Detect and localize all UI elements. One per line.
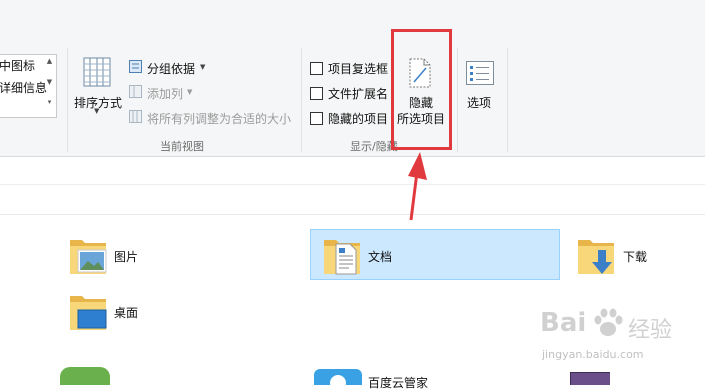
add-column-button[interactable]: 添加列 (147, 85, 183, 102)
layout-gallery-item-details[interactable]: 详细信息 (0, 79, 47, 96)
layout-gallery-scroll[interactable]: ▲ ▼ ▾ (44, 54, 55, 116)
paw-icon (592, 308, 624, 338)
hidden-items-label[interactable]: 隐藏的项目 (328, 110, 388, 127)
watermark-url: jingyan.baidu.com (542, 348, 644, 361)
sort-by-icon[interactable] (83, 57, 111, 87)
downloads-folder-icon[interactable] (576, 234, 616, 276)
item-checkboxes-label[interactable]: 项目复选框 (328, 60, 388, 77)
group-by-dropdown-icon[interactable]: ▼ (200, 63, 205, 71)
group-separator (457, 48, 458, 152)
group-separator (301, 48, 302, 152)
divider (0, 184, 705, 185)
options-button[interactable]: 选项 (467, 94, 491, 111)
add-column-icon[interactable] (129, 85, 142, 98)
folder-label-desktop[interactable]: 桌面 (114, 304, 138, 321)
options-icon[interactable] (466, 61, 494, 85)
group-separator (507, 48, 508, 152)
file-extensions-checkbox[interactable] (310, 87, 323, 100)
group-by-icon[interactable] (129, 60, 142, 73)
gallery-expand-icon[interactable]: ▾ (44, 98, 55, 106)
desktop-folder-icon[interactable] (68, 290, 108, 332)
folder-label-downloads[interactable]: 下载 (623, 248, 647, 265)
file-extensions-label[interactable]: 文件扩展名 (328, 85, 388, 102)
arrow-up-icon (400, 150, 430, 222)
folder-label-pictures[interactable]: 图片 (114, 248, 138, 265)
app-green-icon[interactable] (60, 367, 110, 385)
watermark-brand-left: Bai (540, 308, 587, 338)
scroll-up-icon[interactable]: ▲ (44, 57, 55, 65)
highlight-box (391, 29, 452, 150)
item-checkboxes-checkbox[interactable] (310, 62, 323, 75)
fit-columns-button[interactable]: 将所有列调整为合适的大小 (147, 110, 291, 127)
address-bar-area (0, 157, 705, 215)
divider (0, 214, 705, 215)
bottom-item-label[interactable]: 百度云管家 (368, 374, 428, 391)
fit-columns-icon[interactable] (129, 110, 142, 123)
hidden-items-checkbox[interactable] (310, 112, 323, 125)
folder-label-documents[interactable]: 文档 (368, 248, 392, 265)
add-column-dropdown-icon[interactable]: ▼ (187, 88, 192, 96)
baidu-jingyan-watermark: Bai 经验 jingyan.baidu.com (532, 300, 702, 380)
group-separator (67, 48, 68, 152)
group-by-button[interactable]: 分组依据 (147, 60, 195, 77)
documents-folder-icon[interactable] (322, 234, 362, 276)
pictures-folder-icon[interactable] (68, 234, 108, 276)
scroll-down-icon[interactable]: ▼ (44, 78, 55, 86)
baidu-cloud-icon[interactable] (314, 369, 362, 385)
watermark-brand-right: 经验 (628, 318, 673, 343)
layout-gallery-item-medium-icons[interactable]: 中图标 (0, 57, 35, 74)
sort-by-dropdown-icon[interactable]: ▼ (94, 107, 99, 115)
current-view-group-label: 当前视图 (160, 140, 204, 153)
